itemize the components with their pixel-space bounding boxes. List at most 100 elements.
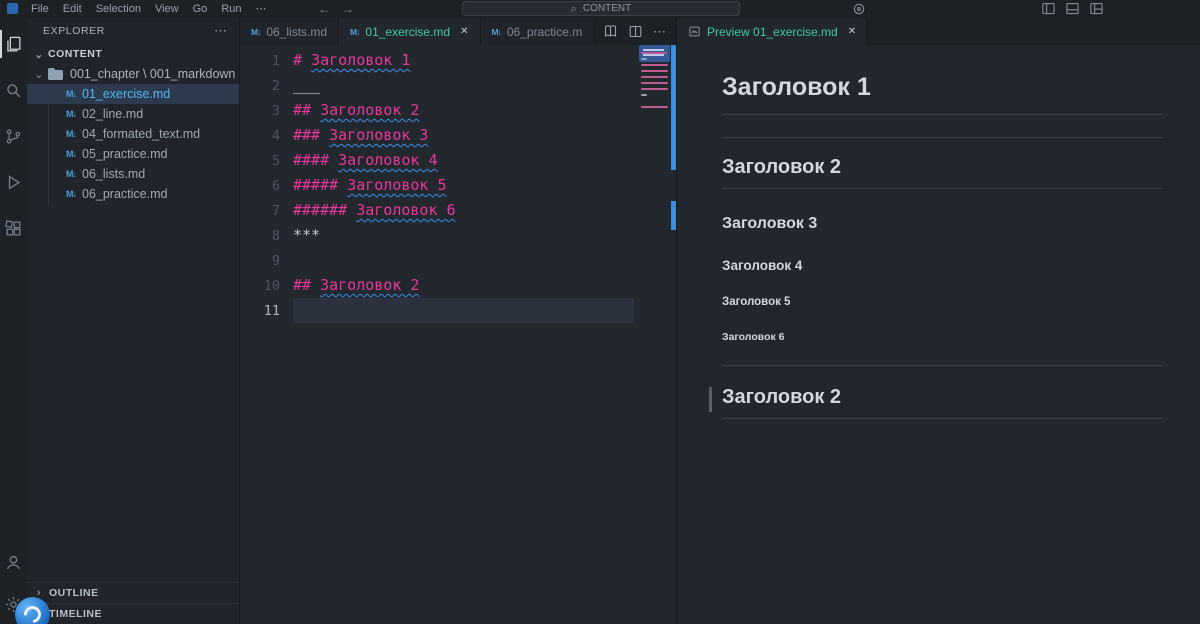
line-number: 6 — [271, 177, 280, 194]
code-editor[interactable]: 1 # Заголовок 1 2 ___ 3 ## Заголовок 2 4 ### За… — [240, 45, 676, 624]
editor-tab-01-exercise-md[interactable]: M↓ 01_exercise.md ✕ — [339, 18, 481, 45]
editor-tab-06-practice-m[interactable]: M↓ 06_practice.m — [480, 18, 593, 45]
line-number: 8 — [271, 227, 280, 244]
line-number: 11 — [263, 302, 280, 319]
forward-icon[interactable]: → — [342, 2, 354, 16]
back-icon[interactable]: ← — [318, 2, 330, 16]
code-content: ## Заголовок 2 — [293, 98, 634, 123]
minimap-line — [641, 88, 668, 90]
search-icon: ⌕ — [570, 2, 577, 15]
titlebar-extra-icon[interactable] — [852, 2, 866, 16]
file-item-06-lists-md[interactable]: M↓ 06_lists.md — [27, 164, 239, 184]
file-item-06-practice-md[interactable]: M↓ 06_practice.md — [27, 184, 239, 204]
line-number: 1 — [271, 52, 280, 69]
section-label: CONTENT — [48, 48, 103, 60]
section-label: OUTLINE — [49, 587, 99, 599]
markdown-file-icon: M↓ — [491, 26, 502, 37]
preview-content: Заголовок 1 Заголовок 2 Заголовок 3 Заголов… — [677, 45, 1200, 624]
code-content — [293, 248, 634, 273]
search-activity-icon[interactable] — [0, 70, 27, 110]
code-content — [293, 298, 634, 323]
line-number: 5 — [271, 152, 280, 169]
minimap-line — [641, 76, 668, 78]
line-number: 9 — [271, 252, 280, 269]
tab-label: Preview 01_exercise.md — [707, 24, 838, 39]
heading-marker-token: ###### — [293, 201, 357, 219]
code-line-7[interactable]: 7 ###### Заголовок 6 — [240, 198, 634, 223]
heading-text-token: Заголовок 2 — [320, 101, 420, 119]
chevron-down-icon: ⌄ — [34, 48, 44, 61]
more-actions-icon[interactable]: ⋯ — [653, 24, 666, 40]
minimap-line — [641, 94, 647, 96]
command-center[interactable]: ⌕ CONTENT — [462, 1, 740, 16]
editor-group: M↓ 06_lists.md M↓ 01_exercise.md ✕ M↓ 06_pract… — [240, 18, 677, 624]
customize-layout-icon[interactable] — [1089, 1, 1104, 16]
sidebar-title: EXPLORER — [43, 25, 105, 37]
code-line-5[interactable]: 5 #### Заголовок 4 — [240, 148, 634, 173]
extensions-activity-icon[interactable] — [0, 208, 27, 248]
file-item-04-formated-text-md[interactable]: M↓ 04_formated_text.md — [27, 124, 239, 144]
code-line-8[interactable]: 8 *** — [240, 223, 634, 248]
chevron-down-icon: ⌄ — [34, 68, 44, 81]
code-content: ___ — [293, 76, 321, 94]
code-line-9[interactable]: 9 — [240, 248, 634, 273]
file-item-01-exercise-md[interactable]: M↓ 01_exercise.md — [27, 84, 239, 104]
code-line-4[interactable]: 4 ### Заголовок 3 — [240, 123, 634, 148]
section-outline[interactable]: › OUTLINE — [27, 582, 239, 603]
editor-tab-strip: M↓ 06_lists.md M↓ 01_exercise.md ✕ M↓ 06_pract… — [240, 18, 593, 45]
toggle-sidebar-icon[interactable] — [1041, 1, 1056, 16]
folder-item[interactable]: ⌄ 001_chapter \ 001_markdown — [27, 64, 239, 84]
section-timeline[interactable]: ›TIMELINE — [27, 603, 239, 624]
source-control-activity-icon[interactable] — [0, 116, 27, 156]
heading-marker-token: ### — [293, 126, 330, 144]
file-item-02-line-md[interactable]: M↓ 02_line.md — [27, 104, 239, 124]
code-line-10[interactable]: 10 ## Заголовок 2 — [240, 273, 634, 298]
section-label: TIMELINE — [49, 608, 102, 620]
run-debug-activity-icon[interactable] — [0, 162, 27, 202]
menu-item-go[interactable]: Go — [186, 0, 215, 18]
content-section-header[interactable]: ⌄ CONTENT — [27, 44, 239, 64]
folder-name: 001_chapter \ 001_markdown — [70, 67, 236, 81]
menu-item-file[interactable]: File — [24, 0, 56, 18]
accounts-icon[interactable] — [0, 542, 27, 582]
sidebar-bottom-sections: ›OUTLINE›TIMELINE — [27, 582, 239, 624]
workbench: EXPLORER ⋯ ⌄ CONTENT ⌄ 001_chapter \ 001… — [0, 18, 1200, 624]
code-content: ##### Заголовок 5 — [293, 173, 634, 198]
minimap-line — [641, 64, 668, 66]
file-item-05-practice-md[interactable]: M↓ 05_practice.md — [27, 144, 239, 164]
tab-label: 01_exercise.md — [365, 24, 451, 39]
markdown-preview-icon — [688, 25, 701, 38]
menu-item-view[interactable]: View — [148, 0, 186, 18]
preview-h3: Заголовок 3 — [722, 215, 818, 232]
preview-selection-bar — [709, 387, 712, 412]
markdown-file-icon: M↓ — [66, 89, 77, 99]
heading-marker-token: ##### — [293, 176, 348, 194]
menu-item-edit[interactable]: Edit — [56, 0, 89, 18]
code-line-11[interactable]: 11 — [240, 298, 634, 323]
code-line-1[interactable]: 1 # Заголовок 1 — [240, 48, 634, 73]
menu-item-[interactable]: ⋯ — [249, 0, 274, 18]
close-icon[interactable]: ✕ — [848, 26, 856, 37]
more-actions-icon[interactable]: ⋯ — [214, 23, 227, 39]
menu-item-run[interactable]: Run — [214, 0, 248, 18]
close-icon[interactable]: ✕ — [460, 26, 468, 37]
open-changes-icon[interactable] — [603, 24, 618, 39]
preview-tab[interactable]: Preview 01_exercise.md ✕ — [677, 18, 867, 45]
minimap[interactable] — [639, 45, 670, 195]
preview-h4: Заголовок 4 — [722, 258, 803, 273]
file-name: 01_exercise.md — [82, 87, 171, 101]
split-editor-icon[interactable] — [628, 24, 643, 39]
editor-tab-06-lists-md[interactable]: M↓ 06_lists.md — [240, 18, 340, 45]
menu-item-selection[interactable]: Selection — [89, 0, 148, 18]
indent-guide — [48, 84, 49, 204]
code-line-3[interactable]: 3 ## Заголовок 2 — [240, 98, 634, 123]
code-line-6[interactable]: 6 ##### Заголовок 5 — [240, 173, 634, 198]
minimap-line — [641, 70, 668, 72]
code-line-2[interactable]: 2 ___ — [240, 73, 634, 98]
line-number: 7 — [271, 202, 280, 219]
explorer-activity-icon[interactable] — [0, 24, 27, 64]
markdown-file-icon: M↓ — [66, 169, 77, 179]
vscode-window: File Edit Selection View Go Run ⋯ ← → ⌕ CONTEN… — [0, 0, 1200, 624]
toggle-panel-icon[interactable] — [1065, 1, 1080, 16]
code-content: ## Заголовок 2 — [293, 273, 634, 298]
